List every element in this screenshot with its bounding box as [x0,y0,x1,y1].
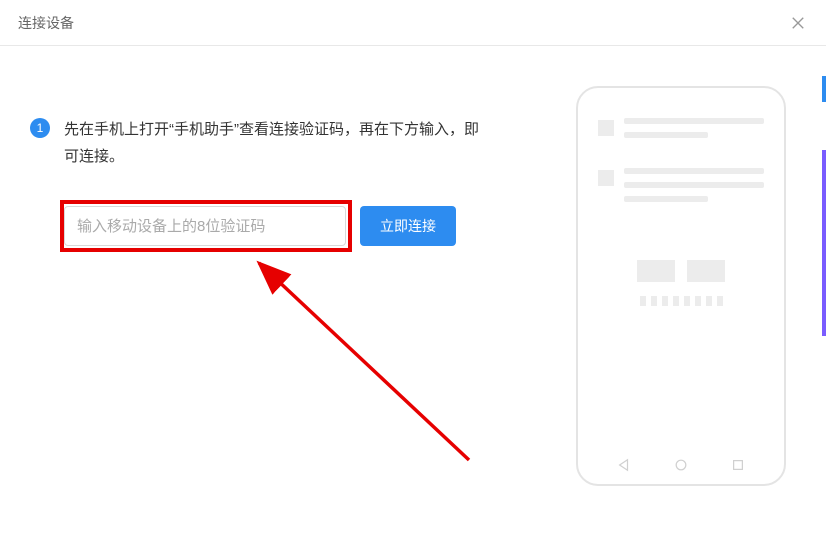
verification-code-input[interactable] [64,206,346,246]
side-marker [822,150,826,336]
phone-illustration [576,86,786,486]
step-instruction: 先在手机上打开“手机助手”查看连接验证码，再在下方输入，即可连接。 [64,116,484,170]
square-recent-icon [731,458,745,472]
circle-home-icon [674,458,688,472]
close-icon[interactable] [788,13,808,33]
dialog-title: 连接设备 [18,13,74,33]
connect-button[interactable]: 立即连接 [360,206,456,246]
side-marker [822,76,826,102]
step-badge: 1 [30,118,50,138]
triangle-back-icon [617,458,631,472]
